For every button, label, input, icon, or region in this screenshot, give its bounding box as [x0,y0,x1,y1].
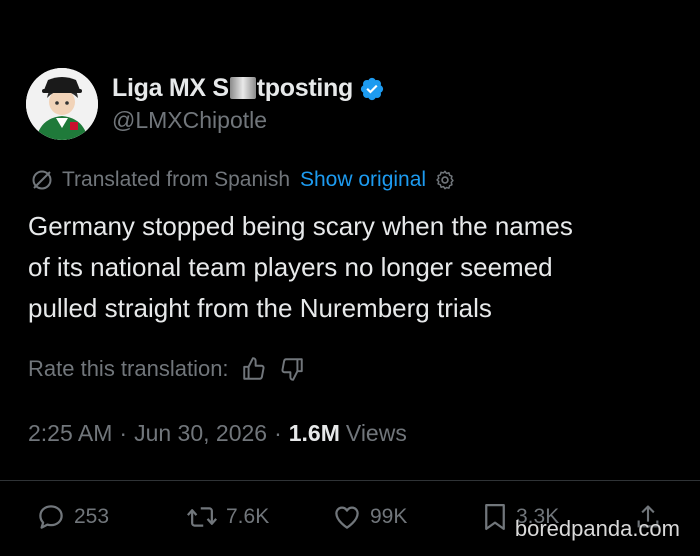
gear-icon[interactable] [434,169,456,191]
censor-blur [229,77,256,99]
bookmark-icon [485,504,505,530]
tweet-time[interactable]: 2:25 AM [28,420,112,447]
avatar[interactable] [26,68,98,140]
tweet-header: Liga MX S tposting @LMXChipotle [26,68,385,140]
display-name-row: Liga MX S tposting [112,74,385,103]
rate-translation: Rate this translation: [28,356,305,382]
views-count: 1.6M [288,420,340,446]
tweet-text: Germany stopped being scary when the nam… [28,206,678,329]
verified-badge-icon[interactable] [359,76,385,102]
tweet-text-line: Germany stopped being scary when the nam… [28,211,573,241]
avatar-icon [26,68,98,140]
tweet-date[interactable]: Jun 30, 2026 [134,420,267,447]
user-names: Liga MX S tposting @LMXChipotle [112,74,385,134]
repost-count: 7.6K [226,505,270,528]
translated-label: Translated from Spanish [62,168,290,191]
user-handle[interactable]: @LMXChipotle [112,107,385,134]
rate-label: Rate this translation: [28,356,229,381]
thumbs-up-icon[interactable] [241,356,267,382]
translation-bar: Translated from Spanish Show original [30,168,456,192]
display-name-prefix: Liga MX S [112,74,229,102]
views-label: Views [345,420,407,446]
tweet-text-line: pulled straight from the Nuremberg trial… [28,293,492,323]
repost-icon [187,507,217,527]
meta-separator: · [274,420,282,446]
translate-icon [32,170,52,190]
display-name-suffix: tposting [256,74,353,102]
heart-icon [335,506,359,529]
reply-count: 253 [74,505,110,528]
like-count: 99K [370,505,408,528]
show-original-link[interactable]: Show original [300,168,426,192]
reply-icon [39,505,63,529]
tweet-meta: 2:25 AM · Jun 30, 2026 · 1.6M Views [28,420,407,447]
watermark: boredpanda.com [514,516,680,541]
divider [0,480,700,481]
reply-button[interactable]: 253 [36,502,109,532]
tweet-text-line: of its national team players no longer s… [28,252,553,282]
like-button[interactable]: 99K [332,502,407,532]
meta-separator: · [119,420,128,446]
thumbs-down-icon[interactable] [279,356,305,382]
display-name[interactable]: Liga MX S tposting [112,74,353,103]
repost-button[interactable]: 7.6K [186,502,269,532]
